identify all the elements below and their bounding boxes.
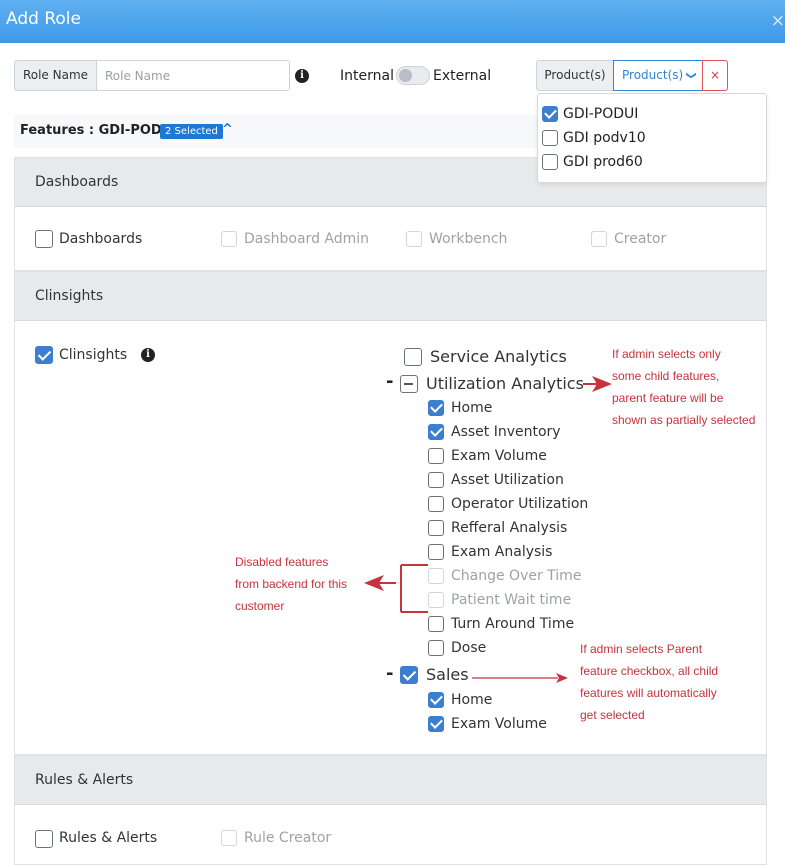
product-option-label[interactable]: GDI-PODUI <box>563 106 638 122</box>
products-dropdown: GDI-PODUI GDI podv10 GDI prod60 <box>537 93 767 183</box>
product-option-label[interactable]: GDI podv10 <box>563 130 646 146</box>
product-checkbox[interactable] <box>542 154 558 170</box>
disabled-bracket <box>400 564 428 613</box>
product-checkbox[interactable] <box>542 106 558 122</box>
product-option-label[interactable]: GDI prod60 <box>563 154 643 170</box>
product-checkbox[interactable] <box>542 130 558 146</box>
